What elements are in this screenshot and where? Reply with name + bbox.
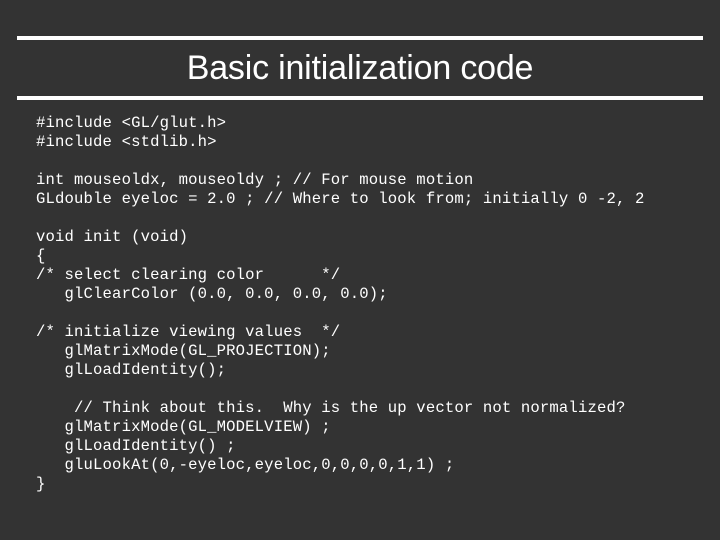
code-line: gluLookAt(0,-eyeloc,eyeloc,0,0,0,0,1,1) … <box>36 456 455 474</box>
code-line: GLdouble eyeloc = 2.0 ; // Where to look… <box>36 190 645 208</box>
code-line: #include <GL/glut.h> <box>36 114 227 132</box>
code-line: glLoadIdentity(); <box>36 361 227 379</box>
code-line: /* select clearing color */ <box>36 266 341 284</box>
code-line: glLoadIdentity() ; <box>36 437 236 455</box>
code-line: #include <stdlib.h> <box>36 133 217 151</box>
code-line: glClearColor (0.0, 0.0, 0.0, 0.0); <box>36 285 388 303</box>
code-line: // Think about this. Why is the up vecto… <box>36 399 626 417</box>
title-block: Basic initialization code <box>17 36 703 100</box>
code-line: void init (void) <box>36 228 189 246</box>
slide: Basic initialization code #include <GL/g… <box>0 0 720 540</box>
code-line: { <box>36 247 46 265</box>
code-line: glMatrixMode(GL_PROJECTION); <box>36 342 331 360</box>
page-title: Basic initialization code <box>186 49 534 87</box>
code-line: int mouseoldx, mouseoldy ; // For mouse … <box>36 171 474 189</box>
code-line: /* initialize viewing values */ <box>36 323 341 341</box>
code-block: #include <GL/glut.h> #include <stdlib.h> … <box>36 114 706 494</box>
code-line: glMatrixMode(GL_MODELVIEW) ; <box>36 418 331 436</box>
title-rule-bottom <box>17 96 703 100</box>
code-line: } <box>36 475 46 493</box>
